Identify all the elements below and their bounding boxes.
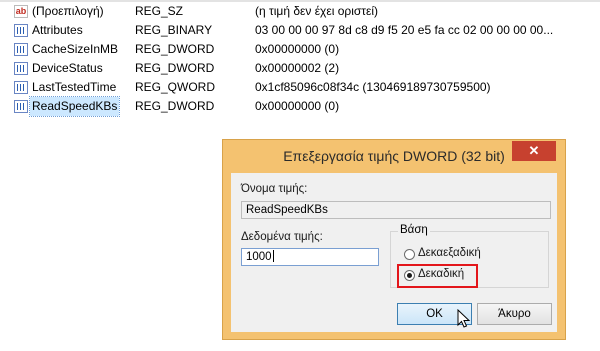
base-label: Βάση <box>398 224 430 236</box>
value-name-label: Όνομα τιμής: <box>241 183 308 195</box>
value-name: DeviceStatus <box>32 61 103 75</box>
value-name: CacheSizeInMB <box>32 42 119 56</box>
value-type: REG_QWORD <box>135 80 216 94</box>
text-caret <box>272 250 274 262</box>
cancel-button[interactable]: Άκυρο <box>477 303 552 325</box>
value-name-text: ReadSpeedKBs <box>246 204 328 216</box>
hex-radio[interactable] <box>404 249 415 260</box>
value-data: 0x1cf85096c08f34c (130469189730759500) <box>255 80 491 94</box>
value-name: LastTestedTime <box>32 80 117 94</box>
edit-dword-dialog: Επεξεργασία τιμής DWORD (32 bit) ✕ Όνομα… <box>222 139 566 340</box>
binary-value-icon <box>14 43 28 56</box>
binary-value-icon <box>14 24 28 37</box>
hex-radio-label[interactable]: Δεκαεξαδική <box>418 247 481 259</box>
value-data-label: Δεδομένα τιμής: <box>241 231 323 243</box>
value-data: 0x00000000 (0) <box>255 99 340 113</box>
list-item[interactable]: CacheSizeInMB REG_DWORD 0x00000000 (0) <box>0 40 600 59</box>
value-data-text: 1000 <box>246 251 272 263</box>
list-item[interactable]: LastTestedTime REG_QWORD 0x1cf85096c08f3… <box>0 78 600 97</box>
value-name: ReadSpeedKBs <box>28 96 121 117</box>
value-data: (η τιμή δεν έχει οριστεί) <box>255 4 379 18</box>
highlight-box <box>397 264 478 288</box>
registry-value-list: ab (Προεπιλογή) REG_SZ (η τιμή δεν έχει … <box>0 2 600 122</box>
value-data: 03 00 00 00 97 8d c8 d9 f5 20 e5 fa cc 0… <box>255 23 554 37</box>
value-name: Attributes <box>32 23 83 37</box>
value-type: REG_BINARY <box>135 23 213 37</box>
list-item[interactable]: Attributes REG_BINARY 03 00 00 00 97 8d … <box>0 21 600 40</box>
value-name-field: ReadSpeedKBs <box>241 201 551 219</box>
value-type: REG_DWORD <box>135 42 215 56</box>
dialog-body: Όνομα τιμής: ReadSpeedKBs Δεδομένα τιμής… <box>231 173 557 332</box>
string-value-icon: ab <box>14 5 28 18</box>
mouse-cursor-icon <box>457 309 471 328</box>
value-name: (Προεπιλογή) <box>32 4 104 18</box>
binary-value-icon <box>14 62 28 75</box>
list-item[interactable]: ab (Προεπιλογή) REG_SZ (η τιμή δεν έχει … <box>0 2 600 21</box>
list-item[interactable]: DeviceStatus REG_DWORD 0x00000002 (2) <box>0 59 600 78</box>
value-data: 0x00000000 (0) <box>255 42 340 56</box>
binary-value-icon <box>14 81 28 94</box>
close-button[interactable]: ✕ <box>512 141 556 161</box>
value-type: REG_SZ <box>135 4 184 18</box>
value-type: REG_DWORD <box>135 99 215 113</box>
value-data: 0x00000002 (2) <box>255 61 340 75</box>
binary-value-icon <box>14 100 28 113</box>
list-item-selected[interactable]: ReadSpeedKBs REG_DWORD 0x00000000 (0) <box>0 96 600 117</box>
value-type: REG_DWORD <box>135 61 215 75</box>
value-data-input[interactable]: 1000 <box>241 248 379 266</box>
close-icon: ✕ <box>528 143 540 158</box>
